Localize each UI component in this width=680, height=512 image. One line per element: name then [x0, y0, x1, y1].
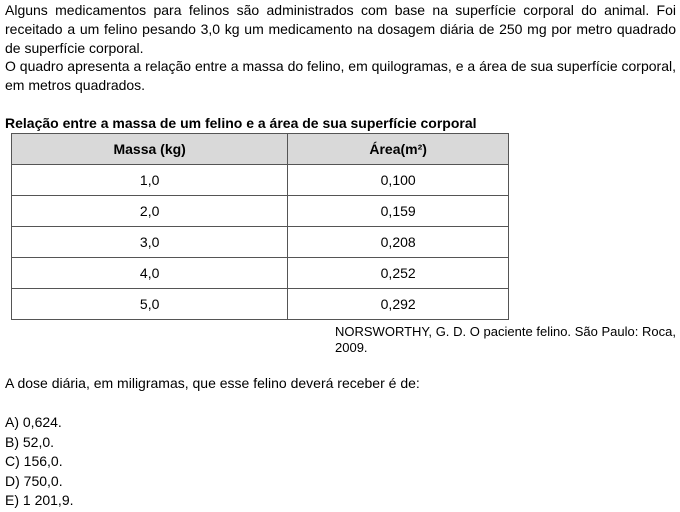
table-row: 5,0 0,292: [10, 288, 509, 320]
column-header-mass: Massa (kg): [10, 133, 289, 165]
mass-area-table: Massa (kg) Área(m²) 1,0 0,100 2,0 0,159 …: [10, 133, 509, 320]
column-header-area: Área(m²): [287, 133, 509, 165]
table-caption: Relação entre a massa de um felino e a á…: [5, 115, 477, 131]
cell-mass: 3,0: [10, 226, 289, 258]
cell-mass: 4,0: [10, 257, 289, 289]
option-c[interactable]: C) 156,0.: [5, 452, 74, 472]
table-row: 4,0 0,252: [10, 257, 509, 289]
table-header-row: Massa (kg) Área(m²): [10, 133, 509, 165]
table-row: 3,0 0,208: [10, 226, 509, 258]
intro-paragraph-2: O quadro apresenta a relação entre a mas…: [5, 58, 676, 93]
cell-mass: 1,0: [10, 164, 289, 196]
cell-mass: 5,0: [10, 288, 289, 320]
cell-area: 0,159: [287, 195, 509, 227]
cell-area: 0,100: [287, 164, 509, 196]
cell-mass: 2,0: [10, 195, 289, 227]
table-source-citation: NORSWORTHY, G. D. O paciente felino. São…: [335, 324, 676, 355]
table-row: 1,0 0,100: [10, 164, 509, 196]
table-row: 2,0 0,159: [10, 195, 509, 227]
answer-options: A) 0,624. B) 52,0. C) 156,0. D) 750,0. E…: [5, 413, 74, 511]
intro-paragraph-1: Alguns medicamentos para felinos são adm…: [5, 2, 676, 56]
cell-area: 0,292: [287, 288, 509, 320]
option-e[interactable]: E) 1 201,9.: [5, 491, 74, 511]
cell-area: 0,252: [287, 257, 509, 289]
option-a[interactable]: A) 0,624.: [5, 413, 74, 433]
option-d[interactable]: D) 750,0.: [5, 472, 74, 492]
option-b[interactable]: B) 52,0.: [5, 433, 74, 453]
question-text: A dose diária, em miligramas, que esse f…: [5, 375, 420, 391]
cell-area: 0,208: [287, 226, 509, 258]
